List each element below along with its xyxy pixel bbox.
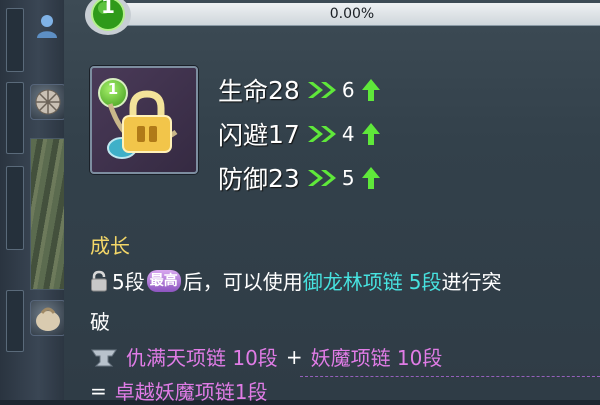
forge-result: = 卓越妖魔项链1段 [90,376,268,405]
requirement-text-end: 进行突 [441,270,502,294]
stat-increase: 5 [341,166,355,190]
stat-increase: 4 [341,122,355,146]
stat-increase: 6 [341,78,355,102]
double-chevron-right-icon [307,82,336,98]
stat-value: 23 [268,163,300,193]
stat-value: 28 [268,75,300,105]
user-icon[interactable] [36,14,58,38]
recipe-item-a[interactable]: 仇满天项链 10段 [126,342,278,371]
side-slot[interactable] [6,166,24,250]
umbrella-icon[interactable] [30,84,66,120]
dashed-divider [300,376,600,401]
stat-row-dodge: 闪避 17 4 [218,112,381,156]
item-tooltip-panel [64,0,600,400]
recipe-item-b[interactable]: 妖魔项链 10段 [311,342,443,371]
recipe-plus: + [285,344,303,369]
growth-heading: 成长 [90,234,130,258]
max-badge: 最高 [146,269,181,292]
material-tier: 5段 [408,270,442,294]
side-slot[interactable] [6,8,24,72]
requirement-text: 后，可以使用 [182,270,303,294]
breakthrough-requirement: 5段 最高 后，可以使用 御龙林项链 5段 进行突 [90,266,501,295]
stat-row-defense: 防御 23 5 [218,156,381,200]
experience-percent: 0.00% [329,6,375,22]
anvil-icon [91,349,117,366]
item-stats: 生命 28 6 闪避 17 4 防御 23 5 [218,68,381,200]
material-item-link[interactable]: 御龙林项链 [303,266,403,295]
double-chevron-right-icon [307,170,336,186]
requirement-text-wrap: 破 [90,306,110,335]
arrow-up-icon [361,167,380,189]
bag-icon[interactable] [30,300,66,336]
stat-value: 17 [268,119,300,149]
stat-row-hp: 生命 28 6 [218,68,381,112]
result-equals: = [90,378,107,403]
result-item[interactable]: 卓越妖魔项链1段 [115,376,268,405]
scenery-thumbnail [30,138,66,290]
stat-label: 防御 [218,165,269,194]
player-level: 1 [101,0,115,18]
arrow-up-icon [361,79,380,101]
stat-label: 生命 [218,77,269,106]
requirement-text-cont: 破 [90,310,110,334]
small-lock-icon [91,270,107,291]
side-slot[interactable] [6,82,24,154]
side-slot[interactable] [6,290,24,352]
arrow-up-icon [361,123,380,145]
lock-icon [122,90,172,153]
tier-text: 5段 [112,270,145,294]
side-toolbar [0,0,66,400]
double-chevron-right-icon [307,126,336,142]
player-level-orb: 1 [84,0,132,36]
item-slot[interactable]: 1 [90,66,198,174]
forge-recipe: 仇满天项链 10段 + 妖魔项链 10段 [90,342,442,371]
stat-label: 闪避 [218,121,269,150]
experience-bar: 0.00% [104,3,600,26]
